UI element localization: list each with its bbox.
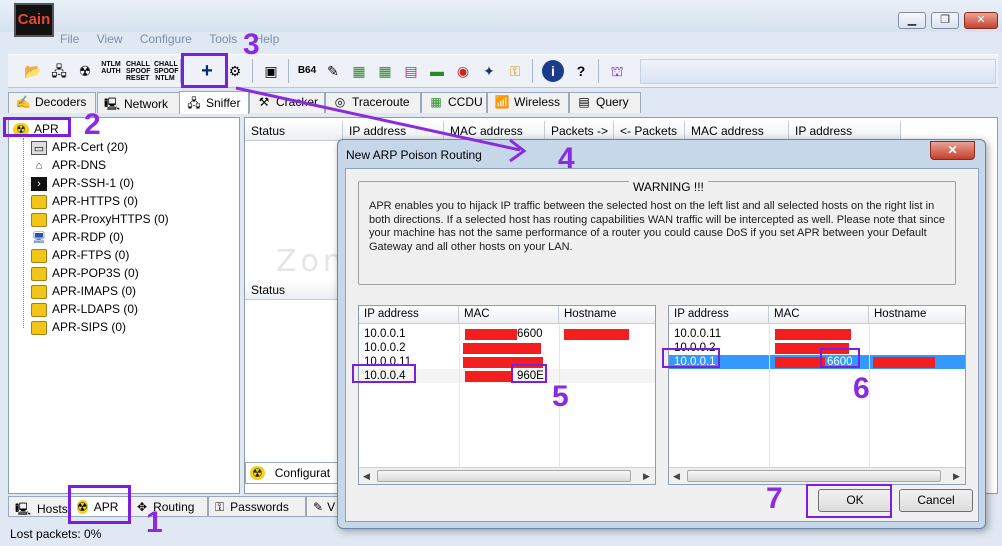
- annotation-number: 3: [243, 28, 260, 61]
- annotation-number: 7: [766, 482, 783, 515]
- annotation-number: 5: [552, 380, 569, 413]
- annotation-arrow: [235, 86, 527, 163]
- annotation-number: 1: [146, 506, 163, 539]
- annotation-number: 2: [84, 108, 101, 141]
- annotation-number: 6: [853, 372, 870, 405]
- annotation-number: 4: [558, 142, 575, 175]
